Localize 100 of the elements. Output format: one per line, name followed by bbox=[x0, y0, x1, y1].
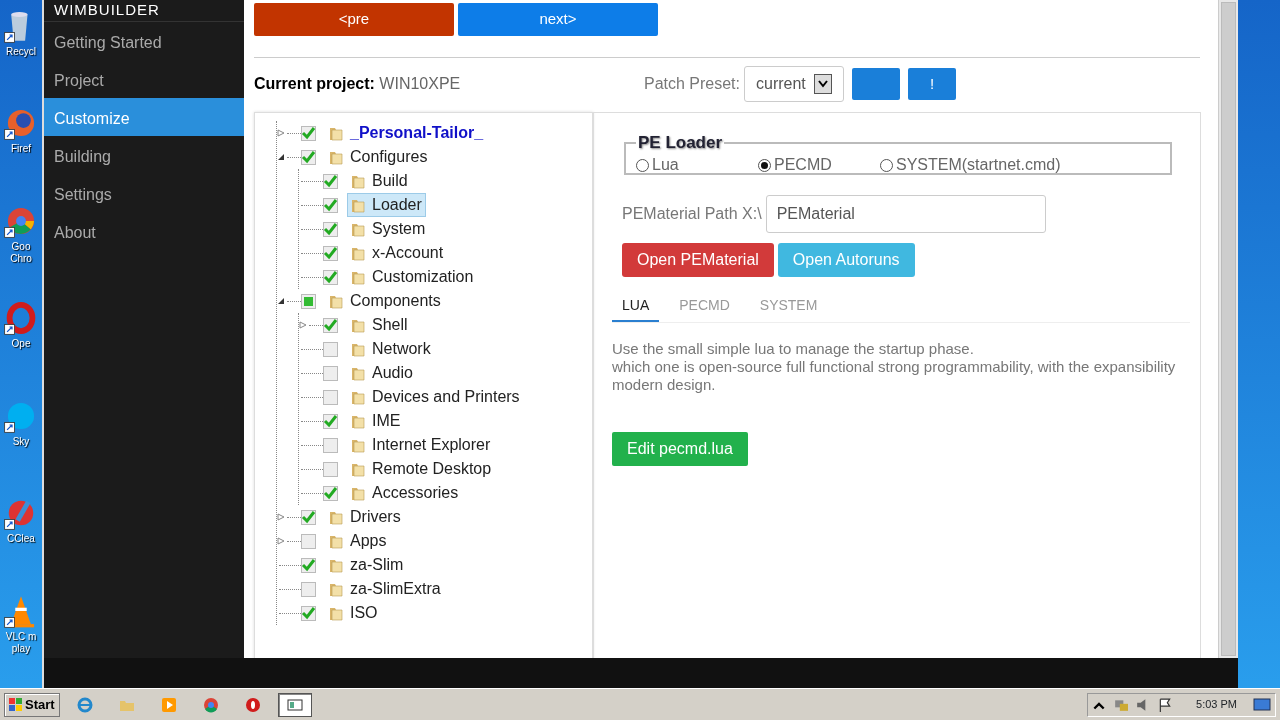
expand-toggle[interactable] bbox=[277, 513, 285, 521]
radio-option[interactable]: SYSTEM(startnet.cmd) bbox=[880, 153, 1061, 177]
checkbox[interactable] bbox=[323, 461, 338, 477]
checkbox[interactable] bbox=[323, 245, 338, 261]
tree-node-label[interactable]: za-SlimExtra bbox=[350, 578, 441, 600]
sidebar-item[interactable]: Building bbox=[44, 136, 244, 174]
scrollbar[interactable] bbox=[1218, 0, 1238, 658]
tab[interactable]: LUA bbox=[612, 295, 660, 322]
desktop-icon-label[interactable]: Sky bbox=[1, 435, 41, 448]
round-logo-icon bbox=[202, 696, 219, 713]
radio-option[interactable]: PECMD bbox=[758, 153, 880, 177]
browser-e-icon bbox=[76, 696, 93, 713]
tree-node-label[interactable]: _Personal-Tailor_ bbox=[350, 122, 484, 144]
sidebar-item[interactable]: About bbox=[44, 212, 244, 250]
ring-icon bbox=[244, 696, 261, 713]
path-label: PEMaterial Path X:\ bbox=[622, 204, 762, 224]
checkbox[interactable] bbox=[323, 341, 338, 357]
checkbox[interactable] bbox=[301, 557, 316, 573]
expand-toggle[interactable] bbox=[299, 321, 307, 329]
checkbox[interactable] bbox=[301, 581, 316, 597]
folder-icon bbox=[329, 293, 343, 309]
radio-option[interactable]: Lua bbox=[636, 153, 758, 177]
checkbox[interactable] bbox=[323, 413, 338, 429]
folder-icon bbox=[351, 269, 365, 285]
open-folder-button[interactable]: Open PEMaterial bbox=[622, 243, 774, 277]
start-button[interactable]: Start bbox=[4, 692, 60, 717]
checkbox[interactable] bbox=[301, 125, 316, 141]
flag-icon bbox=[1158, 697, 1173, 712]
tree-node-label[interactable]: Remote Desktop bbox=[372, 458, 492, 480]
sidebar-item[interactable]: Settings bbox=[44, 174, 244, 212]
checkbox[interactable] bbox=[301, 533, 316, 549]
show-desktop-button[interactable] bbox=[1253, 697, 1271, 712]
tree-node-label[interactable]: Devices and Printers bbox=[372, 386, 520, 408]
folder-icon bbox=[351, 389, 365, 405]
folder-icon bbox=[329, 557, 343, 573]
sidebar-item[interactable]: Getting Started bbox=[44, 22, 244, 60]
checkbox[interactable] bbox=[323, 365, 338, 381]
folder-icon bbox=[351, 197, 365, 213]
path-input[interactable]: PEMaterial bbox=[765, 195, 1046, 233]
project-name: WIN10XPE bbox=[379, 75, 461, 92]
tree-node-label[interactable]: ISO bbox=[350, 602, 378, 624]
app-brand: WIMBUILDER bbox=[44, 0, 244, 22]
checkbox[interactable] bbox=[323, 221, 338, 237]
checkbox[interactable] bbox=[301, 293, 316, 309]
desktop-icon-label[interactable]: Firef bbox=[1, 143, 41, 156]
collapse-toggle[interactable] bbox=[277, 153, 285, 161]
checkbox[interactable] bbox=[301, 509, 316, 525]
folder-icon bbox=[329, 533, 343, 549]
tree-node-label[interactable]: System bbox=[372, 218, 426, 240]
tree-node-label[interactable]: Network bbox=[372, 338, 431, 360]
folder-icon bbox=[351, 461, 365, 477]
folder-icon bbox=[351, 485, 365, 501]
desktop-icon-label[interactable]: Goo Chro bbox=[1, 240, 41, 265]
clock: 5:03 PM bbox=[1196, 697, 1237, 713]
checkbox[interactable] bbox=[323, 437, 338, 453]
sidebar-item[interactable]: Project bbox=[44, 60, 244, 98]
tree-node-label[interactable]: Customization bbox=[372, 266, 474, 288]
tree-node-label[interactable]: Shell bbox=[372, 314, 408, 336]
tree-node-label[interactable]: za-Slim bbox=[350, 554, 404, 576]
tree-node-label[interactable]: Drivers bbox=[350, 506, 401, 528]
folder-icon bbox=[329, 605, 343, 621]
checkbox[interactable] bbox=[301, 605, 316, 621]
folder-icon bbox=[329, 509, 343, 525]
desktop-icon-label[interactable]: Recycl bbox=[1, 46, 41, 58]
checkbox[interactable] bbox=[323, 197, 338, 213]
folder-icon bbox=[329, 149, 343, 165]
folder-icon bbox=[351, 365, 365, 381]
checkbox[interactable] bbox=[323, 317, 338, 333]
taskbar-button[interactable] bbox=[277, 692, 312, 717]
tree-node-label[interactable]: Accessories bbox=[372, 482, 459, 504]
next-button[interactable]: next> bbox=[458, 3, 658, 36]
network-icon bbox=[1114, 697, 1129, 712]
tree-node-label[interactable]: Build bbox=[372, 170, 408, 192]
tree-node-label[interactable]: Components bbox=[350, 290, 441, 312]
triangle-icon bbox=[277, 297, 285, 305]
alert-button[interactable]: ! bbox=[908, 68, 956, 100]
tree-node-label[interactable]: Audio bbox=[372, 362, 413, 384]
checkbox[interactable] bbox=[323, 389, 338, 405]
expand-toggle[interactable] bbox=[277, 129, 285, 137]
collapse-toggle[interactable] bbox=[277, 297, 285, 305]
desktop-icon-label[interactable]: Ope bbox=[1, 338, 41, 351]
tree-node-label[interactable]: Configures bbox=[350, 146, 428, 168]
checkbox[interactable] bbox=[323, 485, 338, 501]
preset-dropdown[interactable]: current bbox=[744, 66, 844, 102]
tree-node-label[interactable]: IME bbox=[372, 410, 401, 432]
tree-node-label[interactable]: Internet Explorer bbox=[372, 434, 491, 456]
preset-label: Patch Preset: bbox=[643, 74, 740, 94]
windows-logo-icon bbox=[9, 697, 23, 712]
monitor-icon bbox=[1253, 697, 1271, 712]
description: Use the small simple lua to manage the startup phase. which one is open-source full functional strong programmability, with the expansibility modern design. bbox=[612, 340, 1177, 394]
tree-node-label[interactable]: Apps bbox=[350, 530, 387, 552]
expand-toggle[interactable] bbox=[277, 537, 285, 545]
folder-icon bbox=[351, 413, 365, 429]
previous-button[interactable]: <pre bbox=[254, 3, 454, 36]
checkbox[interactable] bbox=[323, 269, 338, 285]
folder-icon bbox=[351, 245, 365, 261]
folder-icon bbox=[351, 437, 365, 453]
tree-node-label[interactable]: x-Account bbox=[372, 242, 444, 264]
checkbox[interactable] bbox=[323, 173, 338, 189]
checkbox[interactable] bbox=[301, 149, 316, 165]
